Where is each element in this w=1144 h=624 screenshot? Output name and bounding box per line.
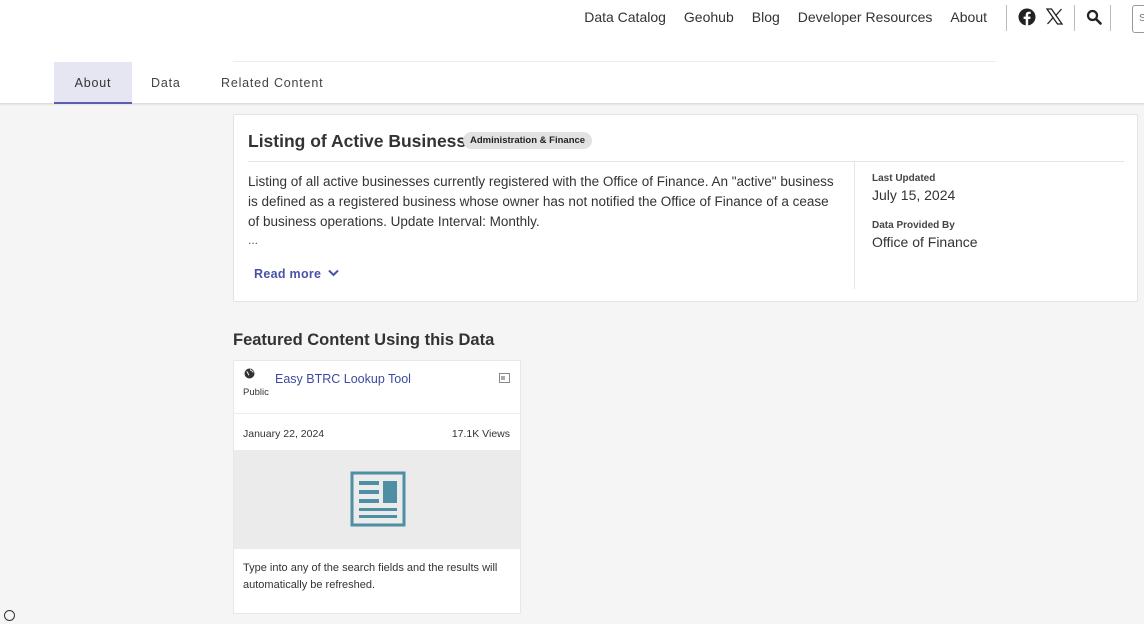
chevron-down-icon xyxy=(328,266,339,280)
search-icon[interactable] xyxy=(1086,9,1102,30)
globe-icon xyxy=(244,368,255,382)
last-updated-label: Last Updated xyxy=(872,173,936,184)
nav-links: Data Catalog Geohub Blog Developer Resou… xyxy=(584,9,987,25)
nav-link-geohub[interactable]: Geohub xyxy=(684,9,734,25)
category-badge: Administration & Finance xyxy=(463,132,593,149)
nav-link-data-catalog[interactable]: Data Catalog xyxy=(584,9,666,25)
featured-item-thumbnail[interactable] xyxy=(234,450,520,549)
tab-bar: About Data Related Content xyxy=(0,62,1144,104)
dataset-summary-card: Listing of Active Businesses Administrat… xyxy=(233,114,1138,302)
circle-icon xyxy=(4,610,15,621)
last-updated-value: July 15, 2024 xyxy=(872,187,956,203)
nav-divider xyxy=(1110,5,1111,31)
nav-strip xyxy=(0,36,1144,62)
provided-by-label: Data Provided By xyxy=(872,220,955,231)
card-divider xyxy=(234,413,520,414)
tab-related-content[interactable]: Related Content xyxy=(221,62,323,104)
top-navigation: Data Catalog Geohub Blog Developer Resou… xyxy=(0,0,1144,36)
document-icon xyxy=(350,471,406,532)
nav-link-blog[interactable]: Blog xyxy=(752,9,780,25)
featured-item-views: 17.1K Views xyxy=(451,428,510,440)
facebook-icon[interactable] xyxy=(1018,8,1036,31)
dataset-description: Listing of all active businesses current… xyxy=(248,174,834,229)
provided-by-value: Office of Finance xyxy=(872,234,978,250)
featured-item-date: January 22, 2024 xyxy=(243,428,325,440)
x-twitter-icon[interactable] xyxy=(1045,7,1064,31)
access-label: Public xyxy=(243,387,269,398)
search-input[interactable]: S xyxy=(1132,5,1144,33)
web-app-icon xyxy=(499,373,510,383)
read-more-button[interactable]: Read more xyxy=(254,266,339,281)
nav-divider xyxy=(1006,5,1007,31)
featured-item-description: Type into any of the search fields and t… xyxy=(243,562,498,591)
featured-content-card[interactable]: Public Easy BTRC Lookup Tool January 22,… xyxy=(233,360,521,614)
read-more-label: Read more xyxy=(254,267,322,281)
tab-data[interactable]: Data xyxy=(151,62,181,104)
dataset-title: Listing of Active Businesses xyxy=(248,131,486,151)
nav-link-developer-resources[interactable]: Developer Resources xyxy=(798,9,933,25)
description-ellipsis: ... xyxy=(248,233,259,247)
nav-divider xyxy=(1074,5,1075,31)
featured-item-title[interactable]: Easy BTRC Lookup Tool xyxy=(275,372,411,386)
nav-link-about[interactable]: About xyxy=(950,9,987,25)
metadata-divider xyxy=(854,161,855,289)
card-divider xyxy=(248,161,1124,162)
tab-about[interactable]: About xyxy=(54,62,132,104)
featured-content-heading: Featured Content Using this Data xyxy=(233,331,495,349)
